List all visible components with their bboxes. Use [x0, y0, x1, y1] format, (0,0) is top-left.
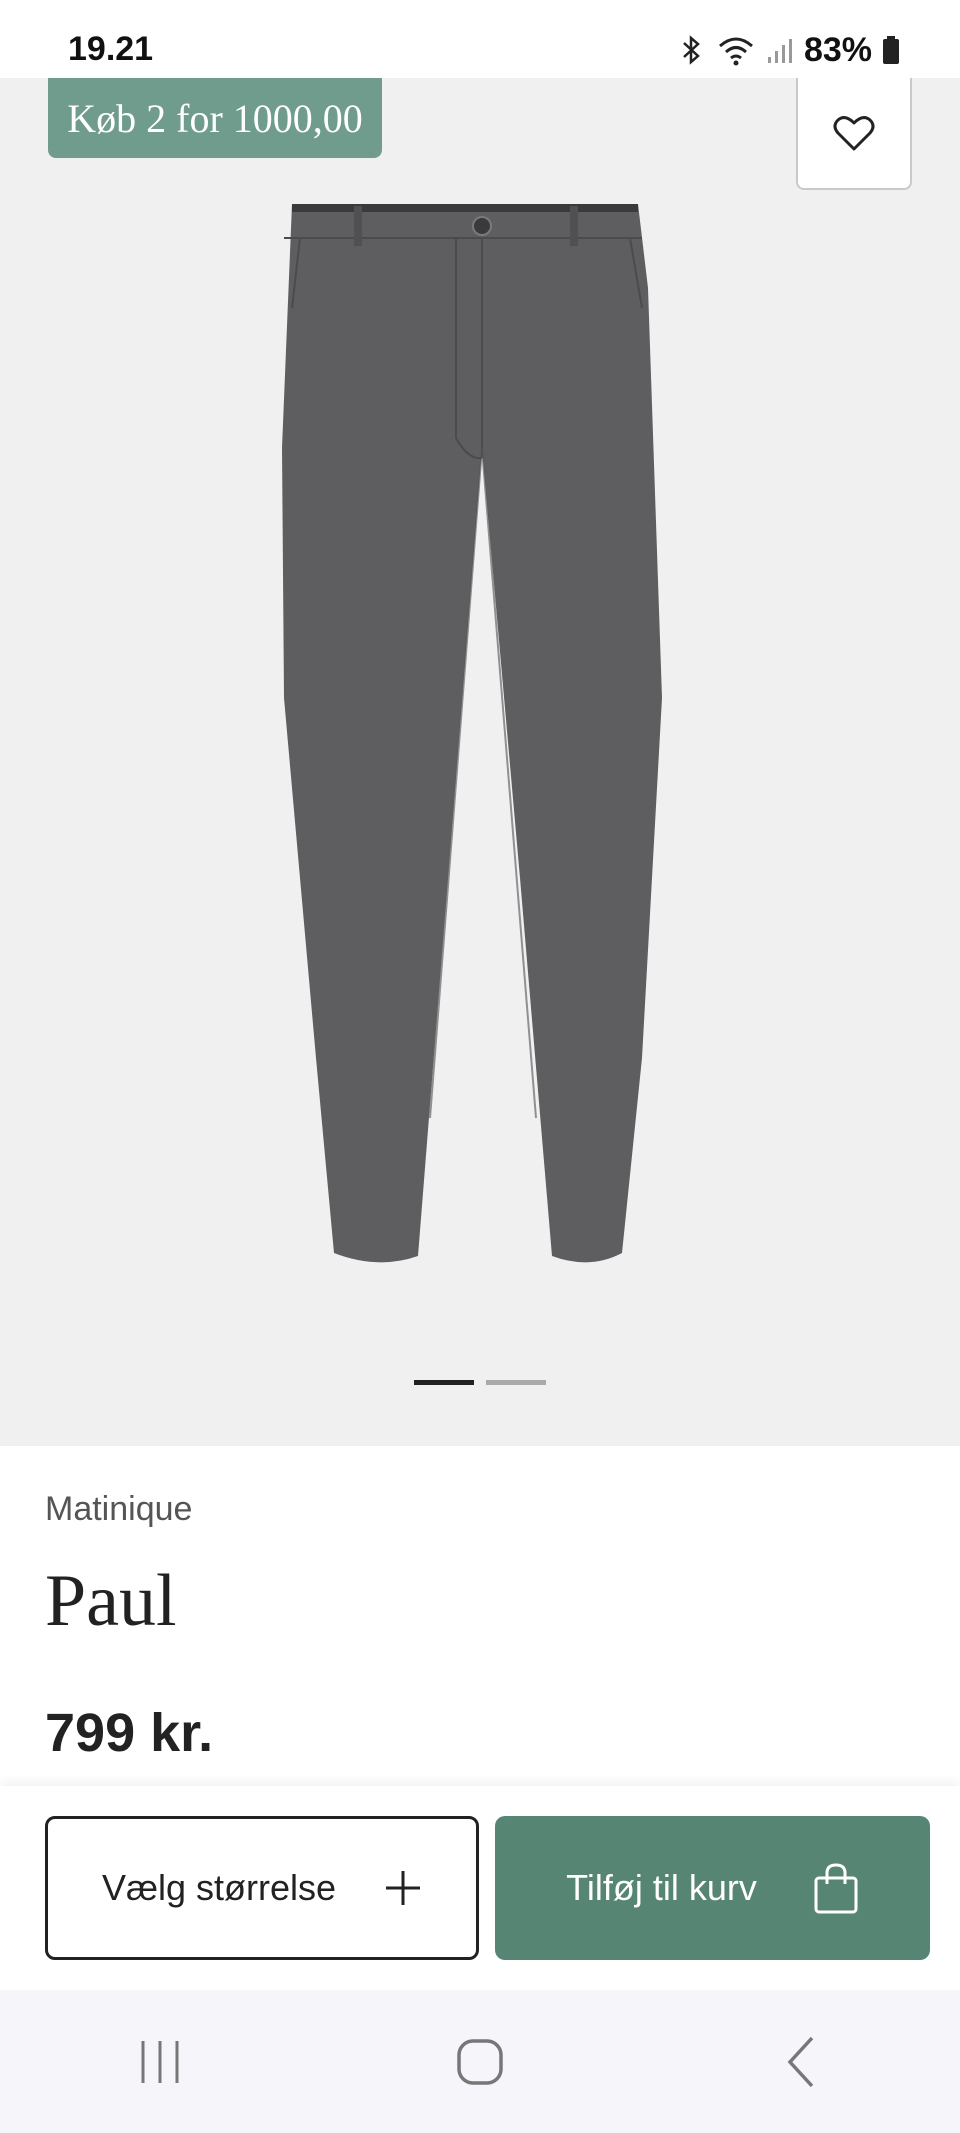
heart-icon — [833, 116, 875, 151]
back-icon — [787, 2036, 814, 2087]
action-bar: Vælg størrelse Tilføj til kurv — [0, 1786, 960, 1990]
wifi-icon — [718, 37, 753, 66]
recent-apps-icon — [141, 2040, 179, 2083]
recent-apps-button[interactable] — [100, 2022, 220, 2102]
plus-icon — [386, 1871, 421, 1905]
favorite-button[interactable] — [796, 76, 912, 190]
gallery-pagination — [0, 1380, 960, 1385]
signal-icon — [767, 39, 792, 63]
battery-percentage: 83% — [803, 30, 872, 69]
product-image — [282, 204, 662, 1263]
shopping-bag-icon — [814, 1863, 858, 1914]
pagination-dot-active[interactable] — [414, 1380, 474, 1385]
back-button[interactable] — [740, 2022, 860, 2102]
system-navigation-bar — [0, 1990, 960, 2133]
select-size-button[interactable]: Vælg størrelse — [45, 1816, 479, 1960]
home-icon — [457, 2038, 503, 2085]
status-bar: 19.21 83% — [0, 0, 960, 78]
pagination-dot[interactable] — [486, 1380, 546, 1385]
add-to-cart-button[interactable]: Tilføj til kurv — [495, 1816, 930, 1960]
product-price: 799 kr. — [45, 1703, 214, 1763]
home-button[interactable] — [420, 2022, 540, 2102]
product-image-gallery[interactable]: Køb 2 for 1000,00 — [0, 76, 960, 1446]
battery-icon — [883, 36, 899, 64]
status-time: 19.21 — [68, 30, 154, 68]
select-size-label: Vælg størrelse — [101, 1867, 337, 1908]
product-info: Matinique Paul 799 kr. — [45, 1490, 915, 1764]
promo-badge: Køb 2 for 1000,00 — [48, 78, 382, 158]
bluetooth-icon — [683, 35, 700, 65]
status-icons: 83% — [678, 30, 900, 70]
add-to-cart-label: Tilføj til kurv — [566, 1867, 757, 1908]
product-brand[interactable]: Matinique — [45, 1490, 915, 1529]
product-name: Paul — [45, 1560, 177, 1642]
